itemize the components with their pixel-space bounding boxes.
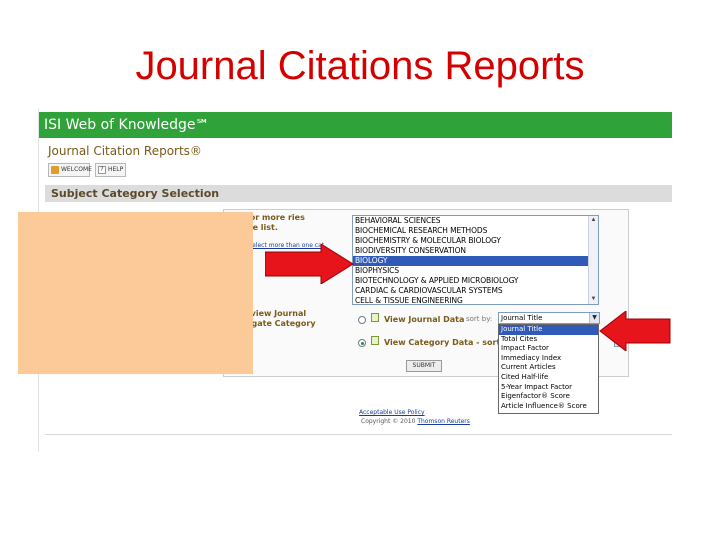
sort-options-dropdown[interactable]: Journal Title Total Cites Impact Factor …: [498, 324, 599, 414]
view-category-radio[interactable]: [358, 339, 366, 347]
view-category-label: View Category Data - sort by: [384, 338, 514, 347]
isi-header-bar: ISI Web of Knowledge℠: [39, 112, 672, 138]
arrow-pointing-to-sort-select: [599, 311, 671, 351]
sort-option[interactable]: 5-Year Impact Factor: [499, 383, 598, 393]
scroll-down-icon[interactable]: ▼: [590, 296, 597, 303]
help-icon: ?: [98, 166, 106, 174]
category-option[interactable]: BIOCHEMICAL RESEARCH METHODS: [353, 226, 598, 236]
welcome-label: WELCOME: [61, 166, 92, 173]
sort-option[interactable]: Current Articles: [499, 363, 598, 373]
peach-overlay-block: [18, 212, 253, 374]
category-option[interactable]: CARDIAC & CARDIOVASCULAR SYSTEMS: [353, 286, 598, 296]
arrow-pointing-to-biology: [265, 244, 354, 284]
red-arrow-left-icon: [599, 311, 671, 351]
footer-divider: [45, 434, 672, 435]
category-option[interactable]: BIOPHYSICS: [353, 266, 598, 276]
sort-option[interactable]: Article Influence® Score: [499, 402, 598, 412]
welcome-button[interactable]: WELCOME: [48, 163, 92, 177]
sort-option[interactable]: Impact Factor: [499, 344, 598, 354]
sort-by-label: sort by:: [466, 315, 493, 323]
view-journal-label: View Journal Data: [384, 315, 465, 324]
submit-button[interactable]: SUBMIT: [406, 360, 442, 372]
slide-title: Journal Citations Reports: [135, 44, 585, 88]
scroll-up-icon[interactable]: ▲: [590, 217, 597, 224]
sort-option[interactable]: Cited Half-life: [499, 373, 598, 383]
help-label: HELP: [108, 166, 124, 173]
journal-sort-select[interactable]: Journal Title ▼: [498, 312, 600, 324]
category-data-icon: [371, 336, 379, 345]
copyright-notice: Copyright © 2010 Thomson Reuters: [361, 418, 470, 425]
category-option[interactable]: BIOTECHNOLOGY & APPLIED MICROBIOLOGY: [353, 276, 598, 286]
category-option[interactable]: BEHAVIORAL SCIENCES: [353, 216, 598, 226]
sort-option[interactable]: Eigenfactor® Score: [499, 392, 598, 402]
help-button[interactable]: ? HELP: [95, 163, 126, 177]
sort-option[interactable]: Immediacy Index: [499, 354, 598, 364]
sort-option[interactable]: Total Cites: [499, 335, 598, 345]
home-icon: [51, 166, 59, 174]
section-title: Subject Category Selection: [45, 185, 672, 202]
red-arrow-right-icon: [265, 244, 354, 284]
listbox-scrollbar[interactable]: ▲ ▼: [588, 216, 598, 304]
journal-data-icon: [371, 313, 379, 322]
category-option[interactable]: BIOCHEMISTRY & MOLECULAR BIOLOGY: [353, 236, 598, 246]
thomson-reuters-link[interactable]: Thomson Reuters: [417, 418, 470, 425]
category-option[interactable]: CELL & TISSUE ENGINEERING: [353, 296, 598, 304]
view-journal-radio[interactable]: [358, 316, 366, 324]
sort-option-selected[interactable]: Journal Title: [499, 325, 598, 335]
copyright-text: Copyright © 2010: [361, 418, 416, 425]
journal-sort-value: Journal Title: [501, 314, 543, 322]
acceptable-use-link[interactable]: Acceptable Use Policy: [359, 409, 425, 416]
jcr-product-title: Journal Citation Reports®: [48, 144, 202, 158]
category-option-selected[interactable]: BIOLOGY: [353, 256, 598, 266]
category-option[interactable]: BIODIVERSITY CONSERVATION: [353, 246, 598, 256]
subject-category-listbox[interactable]: BEHAVIORAL SCIENCES BIOCHEMICAL RESEARCH…: [352, 215, 599, 305]
